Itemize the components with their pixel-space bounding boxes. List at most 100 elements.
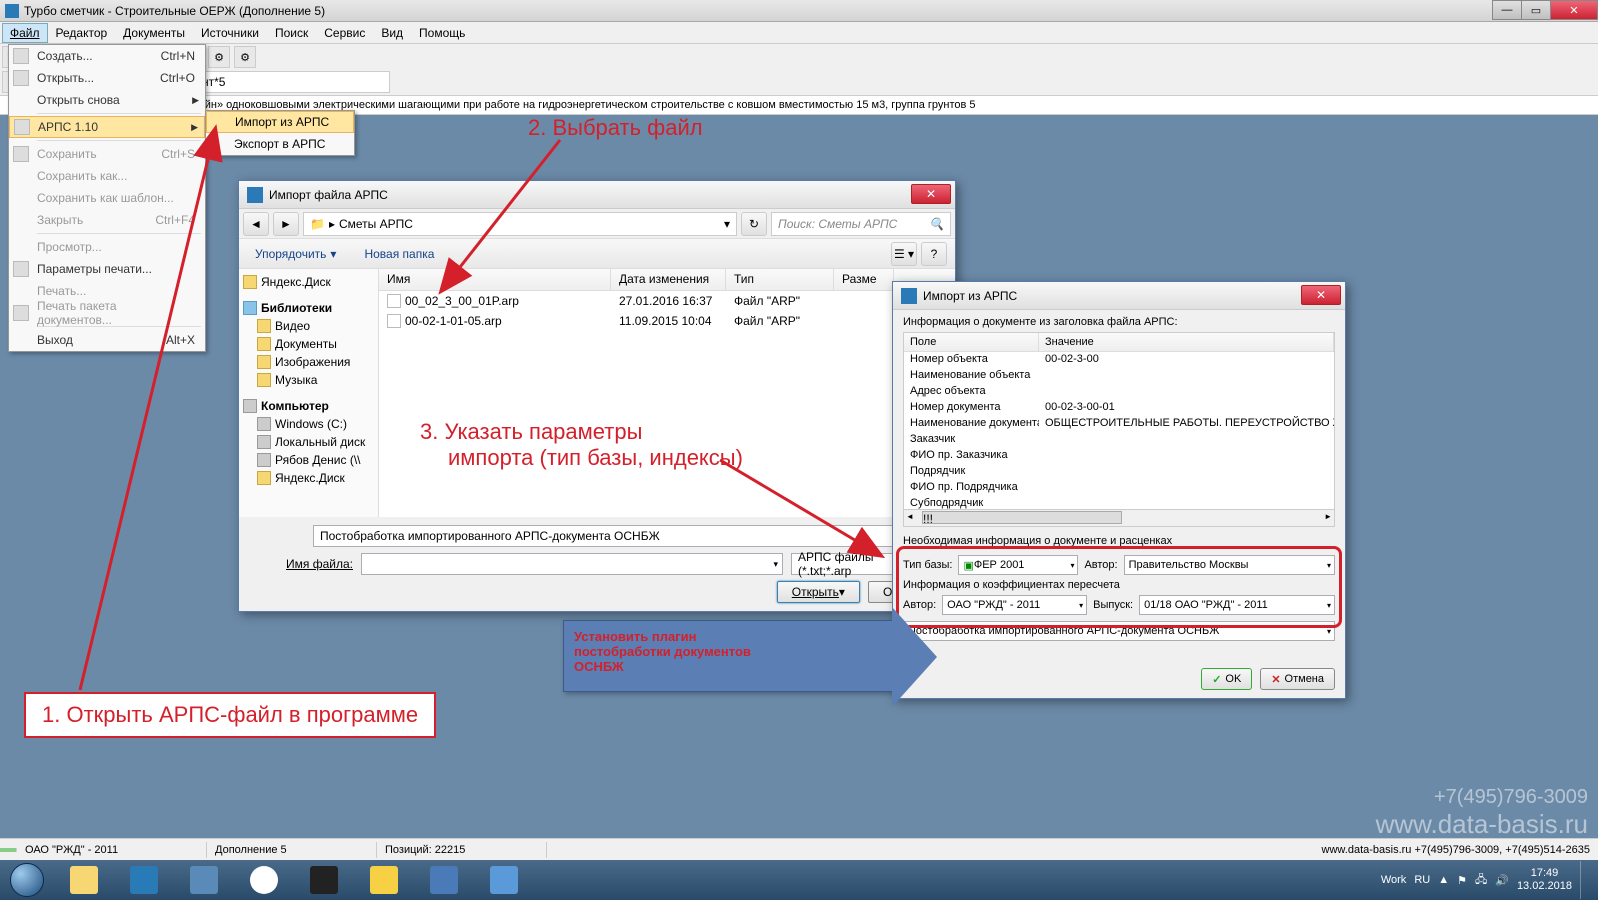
h-scrollbar[interactable]: !!!	[903, 510, 1335, 527]
titlebar: Турбо сметчик - Строительные ОЕРЖ (Допол…	[0, 0, 1598, 22]
show-desktop-button[interactable]	[1580, 861, 1590, 899]
tray-flag-icon[interactable]: ⚑	[1457, 874, 1467, 887]
import-dialog-title: Импорт из АРПС	[923, 289, 1017, 303]
dialog-close-button[interactable]: ✕	[911, 184, 951, 204]
menu-save[interactable]: СохранитьCtrl+S	[9, 143, 205, 165]
import-dialog-titlebar[interactable]: Импорт из АРПС ✕	[893, 282, 1345, 310]
col-value[interactable]: Значение	[1039, 333, 1334, 351]
ok-button[interactable]: ✓ OK	[1201, 668, 1252, 690]
close-button[interactable]: ✕	[1550, 0, 1598, 20]
menu-arps[interactable]: АРПС 1.10▶	[9, 116, 205, 138]
tray-up-icon[interactable]: ▲	[1438, 874, 1449, 886]
tray-net-icon[interactable]: 🖧	[1475, 871, 1487, 890]
submenu-import[interactable]: Импорт из АРПС	[206, 111, 354, 133]
dialog-titlebar[interactable]: Импорт файла АРПС ✕	[239, 181, 955, 209]
menu-open[interactable]: Открыть...Ctrl+O	[9, 67, 205, 89]
tray-clock[interactable]: 17:4913.02.2018	[1517, 867, 1572, 893]
taskbar-item[interactable]	[54, 861, 114, 899]
taskbar-item[interactable]	[474, 861, 534, 899]
menu-preview[interactable]: Просмотр...	[9, 236, 205, 258]
author-combo[interactable]: Правительство Москвы	[1124, 555, 1335, 575]
search-input[interactable]: Поиск: Сметы АРПС 🔍	[771, 212, 951, 236]
menu-pageparams[interactable]: Параметры печати...	[9, 258, 205, 280]
folder-tree[interactable]: Яндекс.Диск Библиотеки Видео Документы И…	[239, 269, 379, 517]
menu-saveas[interactable]: Сохранить как...	[9, 165, 205, 187]
help-button[interactable]: ?	[921, 242, 947, 266]
taskbar-item[interactable]	[414, 861, 474, 899]
taskbar-item[interactable]	[234, 861, 294, 899]
col-type[interactable]: Тип	[726, 269, 834, 290]
page-icon	[13, 261, 29, 277]
new-icon	[13, 48, 29, 64]
menu-create[interactable]: Создать...Ctrl+N	[9, 45, 205, 67]
annotation-1: 1. Открыть АРПС-файл в программе	[24, 692, 436, 738]
arps-icon	[14, 119, 30, 135]
tb-icon[interactable]: ⚙	[234, 46, 256, 68]
menu-file[interactable]: Файл	[2, 23, 48, 43]
postproc-combo[interactable]: Постобработка импортированного АРПС-доку…	[313, 525, 941, 547]
menu-close[interactable]: ЗакрытьCtrl+F4	[9, 209, 205, 231]
tray-work[interactable]: Work	[1381, 874, 1406, 886]
postproc-combo2[interactable]: Постобработка импортированного АРПС-доку…	[903, 621, 1335, 641]
info-table: Поле Значение Номер объекта00-02-3-00 На…	[903, 332, 1335, 510]
import-dialog: Импорт из АРПС ✕ Информация о документе …	[892, 281, 1346, 699]
refresh-button[interactable]: ↻	[741, 212, 767, 236]
tray-vol-icon[interactable]: 🔊	[1495, 874, 1509, 887]
newfolder-button[interactable]: Новая папка	[356, 244, 442, 264]
taskbar-item[interactable]	[114, 861, 174, 899]
minimize-button[interactable]: —	[1492, 0, 1522, 20]
file-row[interactable]: 00-02-1-01-05.arp 11.09.2015 10:04 Файл …	[379, 311, 955, 331]
dialog-icon	[247, 187, 263, 203]
issue-combo[interactable]: 01/18 ОАО "РЖД" - 2011	[1139, 595, 1335, 615]
menu-exit[interactable]: ВыходAlt+X	[9, 329, 205, 351]
open-button[interactable]: Открыть ▾	[777, 581, 860, 603]
view-button[interactable]: ☰ ▾	[891, 242, 917, 266]
taskbar-item[interactable]	[354, 861, 414, 899]
status-bar: ОАО "РЖД" - 2011 Дополнение 5 Позиций: 2…	[0, 838, 1598, 860]
file-menu-dropdown: Создать...Ctrl+N Открыть...Ctrl+O Открыт…	[8, 44, 206, 352]
menu-help[interactable]: Помощь	[411, 23, 473, 43]
submenu-export[interactable]: Экспорт в АРПС	[206, 133, 354, 155]
col-name[interactable]: Имя	[379, 269, 611, 290]
menu-editor[interactable]: Редактор	[48, 23, 116, 43]
menu-sources[interactable]: Источники	[193, 23, 267, 43]
maximize-button[interactable]: ▭	[1521, 0, 1551, 20]
author2-combo[interactable]: ОАО "РЖД" - 2011	[942, 595, 1087, 615]
print-icon	[13, 305, 29, 321]
col-size[interactable]: Разме	[834, 269, 894, 290]
path-box[interactable]: 📁 ▸ Сметы АРПС ▾	[303, 212, 737, 236]
menu-reopen[interactable]: Открыть снова▶	[9, 89, 205, 111]
taskbar: Work RU ▲ ⚑ 🖧 🔊 17:4913.02.2018	[0, 860, 1598, 900]
menu-service[interactable]: Сервис	[316, 23, 373, 43]
dialog-close-button[interactable]: ✕	[1301, 285, 1341, 305]
annotation-2: 2. Выбрать файл	[528, 115, 703, 141]
file-icon	[387, 314, 401, 328]
arps-submenu: Импорт из АРПС Экспорт в АРПС	[205, 110, 355, 156]
status-right: www.data-basis.ru +7(495)796-3009, +7(49…	[1314, 842, 1598, 858]
file-row[interactable]: 00_02_3_00_01P.arp 27.01.2016 16:37 Файл…	[379, 291, 955, 311]
organize-button[interactable]: Упорядочить ▾	[247, 244, 344, 264]
taskbar-item[interactable]	[174, 861, 234, 899]
nav-back-button[interactable]: ◄	[243, 212, 269, 236]
base-label: Тип базы:	[903, 559, 952, 571]
menu-savetpl[interactable]: Сохранить как шаблон...	[9, 187, 205, 209]
menu-view[interactable]: Вид	[373, 23, 411, 43]
col-field[interactable]: Поле	[904, 333, 1039, 351]
status-cell: ОАО "РЖД" - 2011	[17, 842, 207, 858]
tray-lang[interactable]: RU	[1414, 874, 1430, 886]
base-combo[interactable]: ▣ ФЕР 2001	[958, 555, 1078, 575]
blue-callout-arrow: Установить плагин постобработки документ…	[563, 620, 893, 692]
tb-icon[interactable]: ⚙	[208, 46, 230, 68]
file-list[interactable]: Имя Дата изменения Тип Разме 00_02_3_00_…	[379, 269, 955, 517]
filename-input[interactable]	[361, 553, 783, 575]
cancel-button[interactable]: ✕ Отмена	[1260, 668, 1335, 690]
taskbar-item[interactable]	[294, 861, 354, 899]
menu-printpkg[interactable]: Печать пакета документов...	[9, 302, 205, 324]
menu-search[interactable]: Поиск	[267, 23, 316, 43]
search-icon: 🔍	[929, 217, 944, 231]
window-title: Турбо сметчик - Строительные ОЕРЖ (Допол…	[24, 4, 1593, 18]
start-button[interactable]	[0, 860, 54, 900]
menu-documents[interactable]: Документы	[115, 23, 193, 43]
col-date[interactable]: Дата изменения	[611, 269, 726, 290]
nav-fwd-button[interactable]: ►	[273, 212, 299, 236]
